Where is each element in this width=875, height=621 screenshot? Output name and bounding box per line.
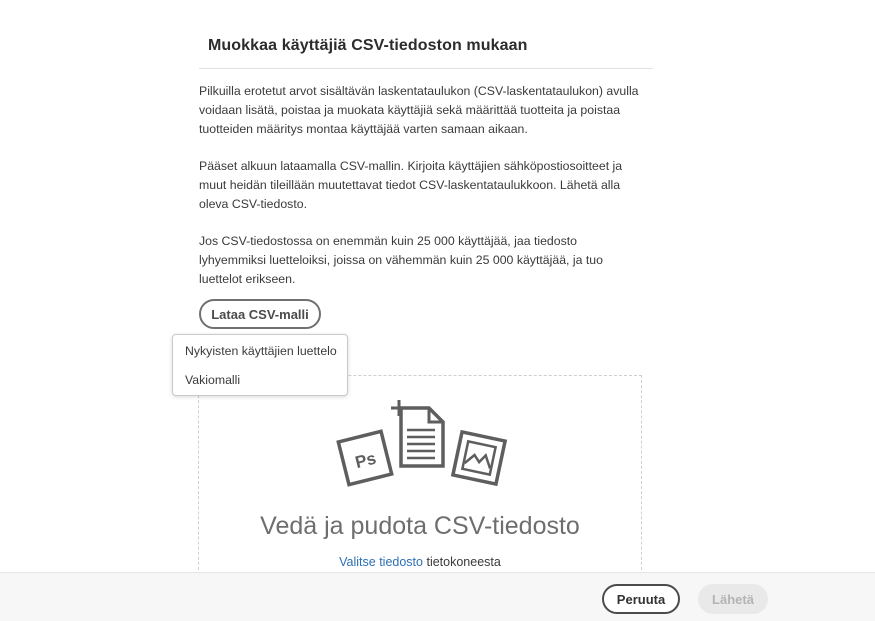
send-button[interactable]: Lähetä [698, 584, 768, 614]
cancel-button[interactable]: Peruuta [602, 584, 680, 614]
intro-paragraph: Pilkuilla erotetut arvot sisältävän lask… [199, 84, 639, 136]
download-csv-template-button[interactable]: Lataa CSV-malli [199, 299, 321, 329]
csv-template-menu: Nykyisten käyttäjien luettelo Vakiomalli [172, 334, 348, 396]
dropzone-illustration: Ps [336, 400, 508, 487]
menu-item-current-users-list[interactable]: Nykyisten käyttäjien luettelo [173, 337, 347, 365]
menu-item-standard-template[interactable]: Vakiomalli [173, 366, 347, 394]
instructions-paragraph: Pääset alkuun lataamalla CSV-mallin. Kir… [199, 159, 623, 211]
dropzone-subtitle: Valitse tiedosto tietokoneesta [198, 555, 642, 569]
document-add-icon [391, 400, 445, 468]
image-file-icon [450, 429, 508, 487]
choose-file-link[interactable]: Valitse tiedosto [339, 555, 423, 569]
dialog-title: Muokkaa käyttäjiä CSV-tiedoston mukaan [208, 37, 528, 54]
dropzone-title: Vedä ja pudota CSV-tiedosto [260, 512, 580, 540]
photoshop-file-icon: Ps [336, 429, 394, 487]
limit-paragraph: Jos CSV-tiedostossa on enemmän kuin 25 0… [199, 234, 603, 286]
title-divider [199, 68, 653, 69]
dropzone-subtitle-suffix: tietokoneesta [423, 555, 501, 569]
